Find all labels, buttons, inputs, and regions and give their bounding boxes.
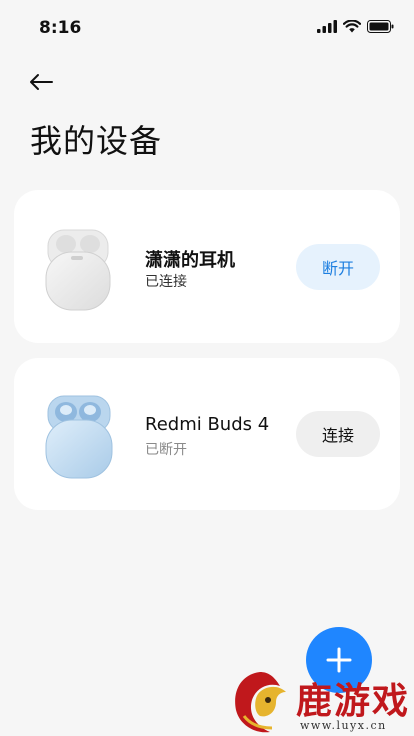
disconnect-button[interactable]: 断开 <box>296 244 380 290</box>
signal-icon <box>317 20 337 33</box>
status-bar: 8:16 <box>0 0 414 56</box>
connect-button[interactable]: 连接 <box>296 411 380 457</box>
earbuds-case-blue-image <box>45 395 113 479</box>
earbuds-case-white-image <box>45 229 111 311</box>
device-card[interactable]: Redmi Buds 4 已断开 连接 <box>14 358 400 510</box>
device-name: Redmi Buds 4 <box>145 414 270 435</box>
deer-logo <box>235 672 286 733</box>
back-arrow-icon <box>30 74 53 90</box>
status-time: 8:16 <box>39 18 82 38</box>
device-status: 已断开 <box>145 442 187 458</box>
page-title: 我的设备 <box>30 122 163 160</box>
back-button[interactable] <box>26 68 56 96</box>
watermark-url: www.luyx.cn <box>300 719 387 732</box>
device-status: 已连接 <box>145 274 187 290</box>
wifi-icon <box>343 20 361 33</box>
device-card[interactable]: 潇潇的耳机 已连接 断开 <box>14 190 400 343</box>
watermark: 鹿游戏 www.luyx.cn <box>230 668 414 736</box>
watermark-title: 鹿游戏 <box>296 680 411 722</box>
status-icons <box>317 20 394 33</box>
battery-icon <box>367 20 394 33</box>
device-name: 潇潇的耳机 <box>145 250 235 271</box>
